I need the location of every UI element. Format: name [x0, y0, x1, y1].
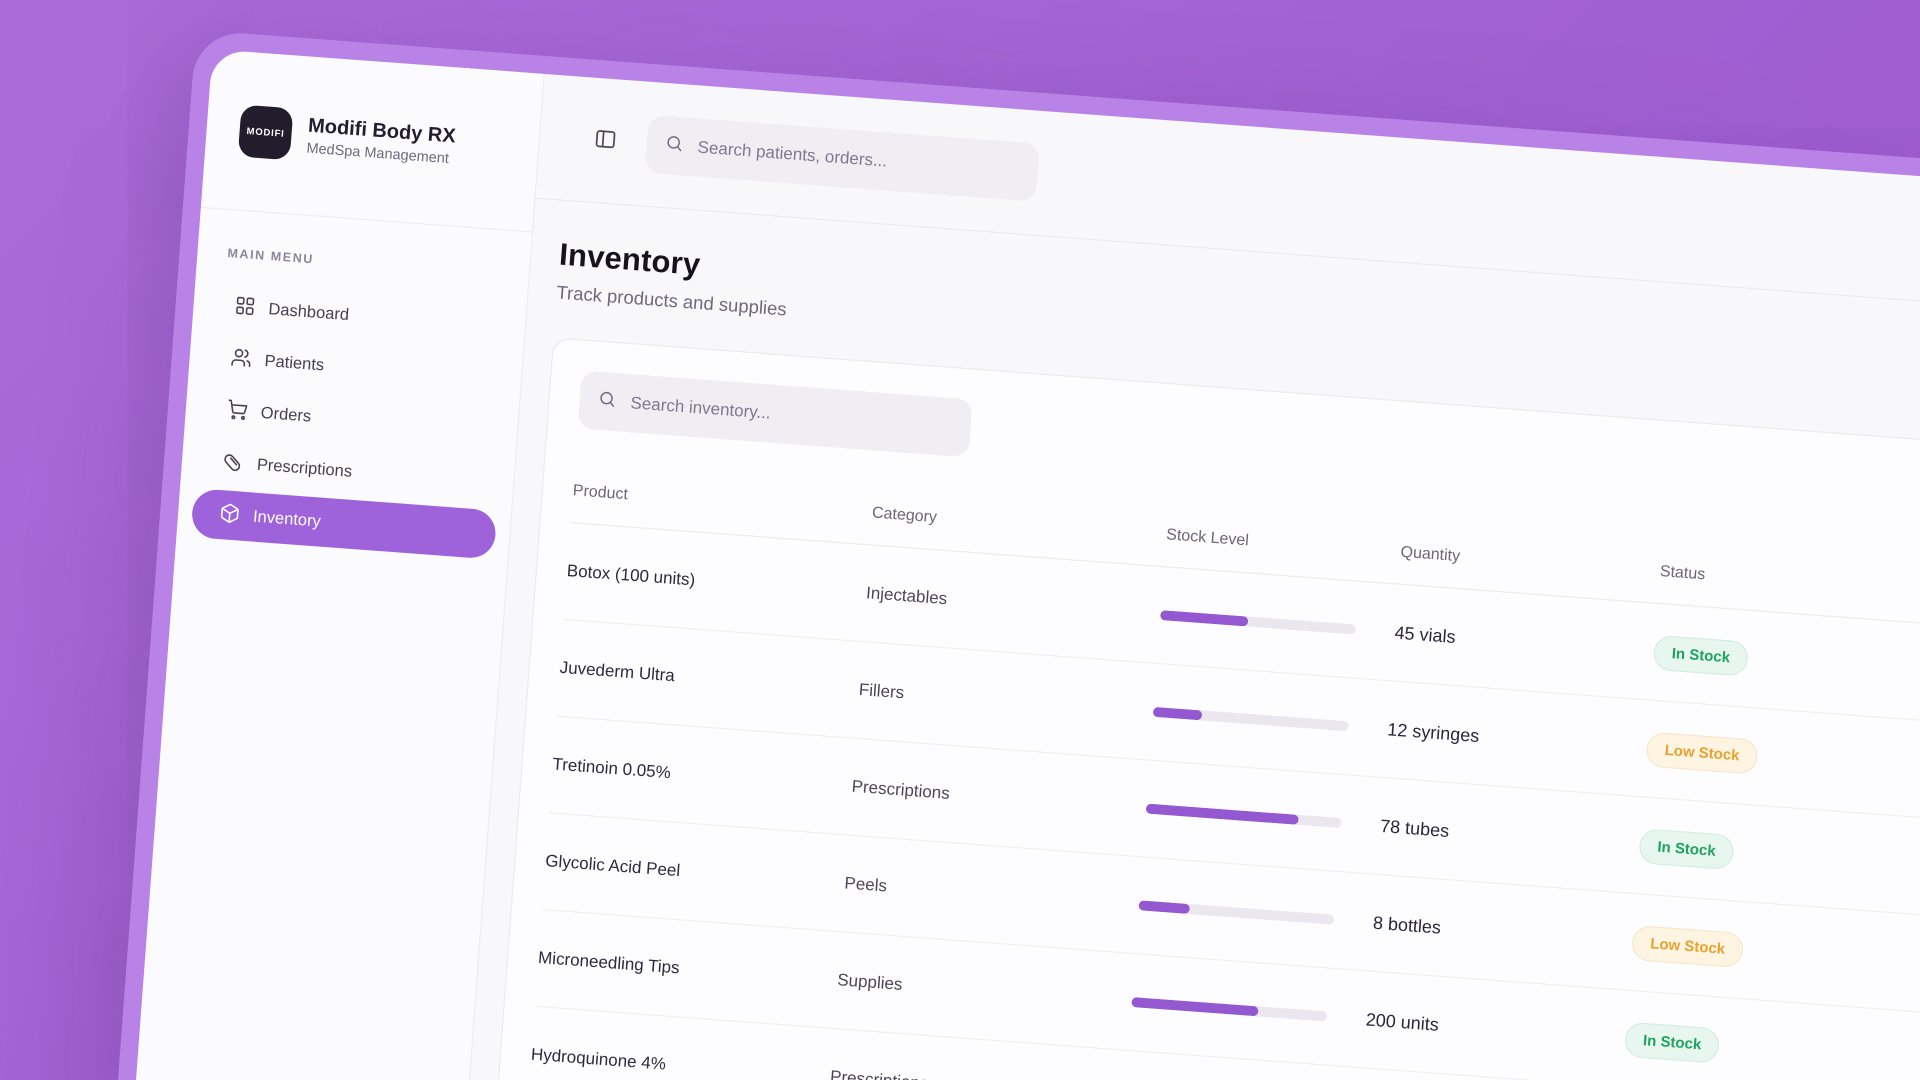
quantity-value: 78 tubes — [1379, 815, 1640, 855]
product-category: Injectables — [865, 583, 1161, 625]
sidebar-toggle-button[interactable] — [593, 127, 618, 155]
stock-level-cell — [1160, 610, 1395, 637]
global-search — [645, 115, 1040, 202]
inventory-table: Product Category Stock Level Quantity St… — [527, 460, 1920, 1080]
quantity-value: 8 bottles — [1372, 912, 1633, 952]
product-category: Prescriptions — [851, 777, 1147, 819]
panel-left-icon — [593, 127, 618, 155]
main-area: Inventory Track products and supplies Pr… — [432, 74, 1920, 1080]
column-header-product: Product — [572, 482, 873, 522]
quantity-value: 45 vials — [1394, 622, 1655, 662]
product-name: Hydroquinone 4% — [530, 1045, 831, 1080]
column-header-status: Status — [1659, 563, 1920, 602]
users-icon — [230, 346, 253, 373]
product-name: Tretinoin 0.05% — [552, 754, 853, 796]
brand-block: Modifi Body RX MedSpa Management — [306, 115, 456, 168]
sidebar-header: MODIFI Modifi Body RX MedSpa Management — [201, 49, 544, 232]
inventory-search — [578, 371, 973, 458]
pill-icon — [222, 450, 245, 477]
sidebar: MODIFI Modifi Body RX MedSpa Management … — [100, 49, 545, 1080]
column-header-quantity: Quantity — [1400, 544, 1661, 581]
cart-icon — [226, 398, 249, 425]
sidebar-item-label: Patients — [264, 352, 325, 375]
search-icon — [597, 389, 618, 414]
inventory-search-input[interactable] — [628, 392, 954, 438]
status-badge: In Stock — [1638, 828, 1735, 870]
app-logo-text: MODIFI — [246, 126, 285, 140]
product-name: Juvederm Ultra — [559, 658, 860, 700]
stock-progress-fill — [1153, 707, 1203, 721]
stock-level-cell — [1153, 707, 1388, 734]
status-cell: In Stock — [1653, 634, 1920, 690]
product-category: Prescriptions — [829, 1067, 1125, 1080]
product-category: Fillers — [858, 680, 1154, 722]
stock-progress-fill — [1138, 900, 1190, 914]
column-header-category: Category — [871, 504, 1167, 544]
inventory-card: Product Category Stock Level Quantity St… — [496, 337, 1920, 1080]
status-badge: Low Stock — [1631, 925, 1744, 968]
global-search-input[interactable] — [695, 136, 1021, 182]
stock-progress-fill — [1131, 997, 1259, 1016]
sidebar-item-label: Dashboard — [268, 300, 350, 325]
nav-section-label: MAIN MENU — [211, 245, 515, 281]
stock-progress-fill — [1146, 804, 1299, 825]
sidebar-item-label: Inventory — [252, 508, 321, 532]
stock-progress-bar — [1131, 997, 1327, 1021]
app-window-frame: MODIFI Modifi Body RX MedSpa Management … — [81, 30, 1920, 1080]
stock-progress-bar — [1146, 804, 1342, 828]
status-badge: Low Stock — [1645, 731, 1758, 774]
dashboard-icon — [234, 294, 257, 321]
stock-level-cell — [1146, 804, 1381, 831]
quantity-value: 200 units — [1365, 1009, 1626, 1049]
package-icon — [218, 502, 241, 529]
product-name: Botox (100 units) — [566, 561, 867, 603]
product-category: Supplies — [837, 970, 1133, 1012]
search-icon — [664, 133, 685, 158]
product-name: Glycolic Acid Peel — [545, 851, 846, 893]
nav-items: Dashboard Patients Orders Prescript — [190, 281, 512, 560]
status-cell: Low Stock — [1631, 925, 1920, 981]
stock-progress-bar — [1160, 610, 1356, 634]
status-cell: In Stock — [1624, 1021, 1916, 1077]
stock-level-cell — [1131, 997, 1366, 1024]
product-name: Microneedling Tips — [537, 948, 838, 990]
quantity-value: 12 syringes — [1387, 719, 1648, 759]
stock-level-cell — [1138, 900, 1373, 927]
status-badge: In Stock — [1624, 1021, 1721, 1063]
app-logo: MODIFI — [238, 105, 294, 161]
status-cell: Low Stock — [1645, 731, 1920, 787]
main-nav: MAIN MENU Dashboard Patients Orders — [176, 208, 531, 561]
status-badge: In Stock — [1653, 634, 1750, 676]
stock-progress-fill — [1160, 610, 1249, 627]
desktop-background: MODIFI Modifi Body RX MedSpa Management … — [0, 0, 1920, 1080]
stock-progress-bar — [1138, 900, 1334, 924]
stock-progress-bar — [1153, 707, 1349, 731]
status-cell: In Stock — [1638, 828, 1920, 884]
sidebar-item-label: Orders — [260, 404, 312, 427]
product-category: Peels — [844, 873, 1140, 915]
page-content: Inventory Track products and supplies Pr… — [468, 199, 1920, 1080]
app-window: MODIFI Modifi Body RX MedSpa Management … — [100, 49, 1920, 1080]
column-header-stock-level: Stock Level — [1166, 526, 1402, 561]
sidebar-item-label: Prescriptions — [256, 456, 353, 482]
